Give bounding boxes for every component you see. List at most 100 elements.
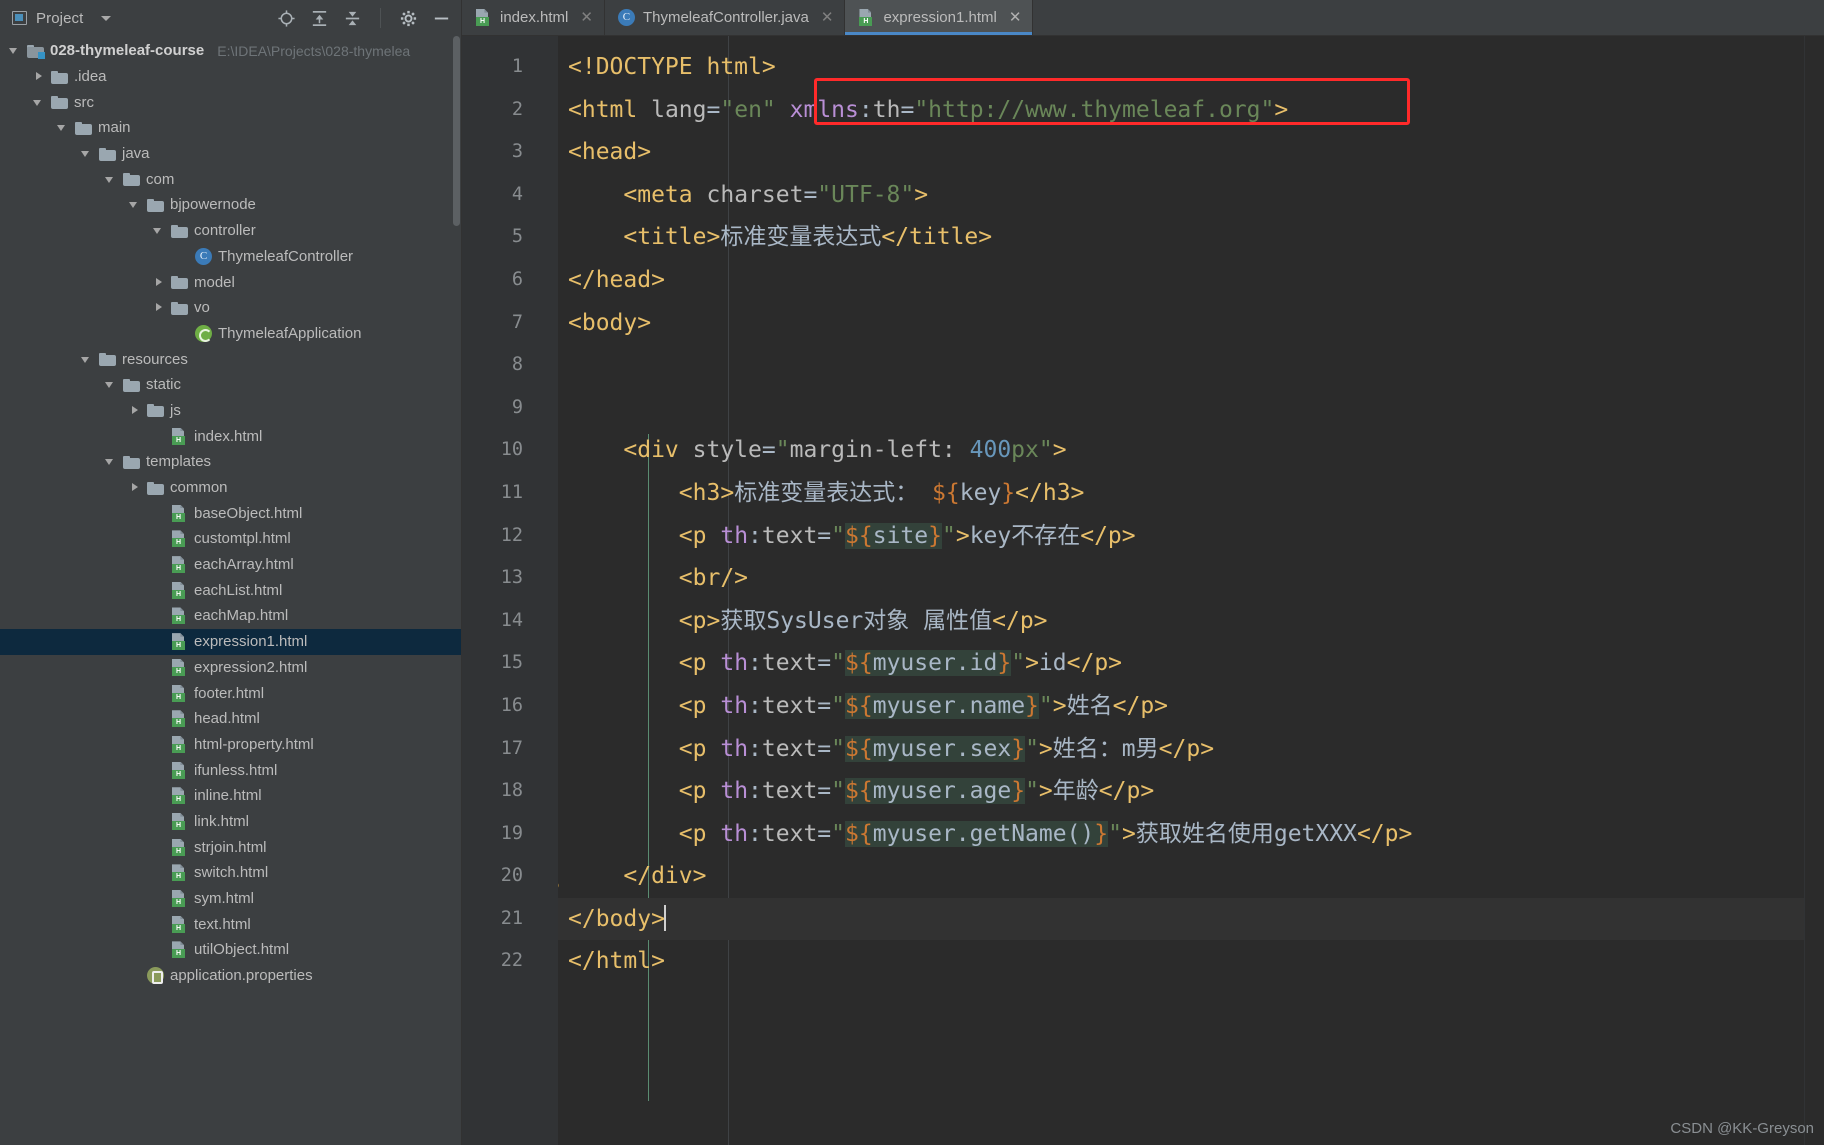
editor-tab-thymeleafcontroller-java[interactable]: C ThymeleafController.java ✕ (605, 0, 846, 35)
project-tree-panel[interactable]: 028-thymeleaf-course E:\IDEA\Projects\028… (0, 36, 462, 1145)
code-line[interactable]: <p>获取SysUser对象 属性值</p> (558, 600, 1804, 643)
line-number[interactable]: 6 (462, 259, 554, 302)
line-number[interactable]: 14 (462, 600, 532, 643)
tree-item-text-html[interactable]: Htext.html (0, 911, 461, 937)
line-number[interactable]: 20 (462, 855, 559, 898)
code-line[interactable]: </head> (558, 259, 1804, 302)
tree-item-link-html[interactable]: Hlink.html (0, 809, 461, 835)
tree-item-vo[interactable]: vo (0, 295, 461, 321)
code-line[interactable] (558, 344, 1804, 387)
sidebar-scrollbar[interactable] (453, 36, 460, 226)
tree-item-src[interactable]: src (0, 89, 461, 115)
close-icon[interactable]: ✕ (821, 10, 834, 25)
code-line[interactable]: <div style="margin-left: 400px"> (558, 429, 1804, 472)
chevron-down-icon[interactable] (104, 455, 117, 468)
tree-item-common[interactable]: common (0, 475, 461, 501)
expand-all-icon[interactable] (310, 9, 329, 28)
tree-item-eachmap-html[interactable]: HeachMap.html (0, 603, 461, 629)
line-number[interactable]: 4 (462, 174, 532, 217)
line-number[interactable]: 22 (462, 940, 532, 983)
code-line[interactable]: <p th:text="${myuser.getName()}">获取姓名使用g… (558, 813, 1804, 856)
settings-gear-icon[interactable] (399, 9, 418, 28)
line-number[interactable]: 17 (462, 728, 532, 771)
code-line[interactable]: <meta charset="UTF-8"> (558, 174, 1804, 217)
collapse-all-icon[interactable] (343, 9, 362, 28)
chevron-down-icon[interactable] (8, 44, 21, 57)
code-line[interactable]: <p th:text="${myuser.id}">id</p> (558, 642, 1804, 685)
tree-item-resources[interactable]: resources (0, 346, 461, 372)
line-number[interactable]: 12 (462, 515, 532, 558)
editor-tab-index-html[interactable]: H index.html ✕ (462, 0, 605, 35)
tree-item-static[interactable]: static (0, 372, 461, 398)
chevron-down-icon[interactable] (104, 378, 117, 391)
line-number[interactable]: 21 (462, 898, 554, 941)
locate-icon[interactable] (277, 9, 296, 28)
tree-item-inline-html[interactable]: Hinline.html (0, 783, 461, 809)
tree-item-html-property-html[interactable]: Hhtml-property.html (0, 732, 461, 758)
chevron-right-icon[interactable] (128, 481, 141, 494)
chevron-down-icon[interactable] (32, 96, 45, 109)
tree-item-eacharray-html[interactable]: HeachArray.html (0, 552, 461, 578)
tree-item-baseobject-html[interactable]: HbaseObject.html (0, 500, 461, 526)
fold-gutter[interactable] (532, 36, 558, 1145)
chevron-right-icon[interactable] (32, 70, 45, 83)
chevron-down-icon[interactable] (80, 147, 93, 160)
tree-item-sym-html[interactable]: Hsym.html (0, 886, 461, 912)
tree-item-java[interactable]: java (0, 141, 461, 167)
tree-item-com[interactable]: com (0, 166, 461, 192)
code-content[interactable]: <!DOCTYPE html> <html lang="en" xmlns:th=… (558, 36, 1804, 1145)
tree-item-js[interactable]: js (0, 398, 461, 424)
tree-item-main[interactable]: main (0, 115, 461, 141)
chevron-down-icon[interactable] (56, 121, 69, 134)
line-number[interactable]: 15 (462, 642, 532, 685)
editor-tab-expression1-html[interactable]: H expression1.html ✕ (845, 0, 1034, 35)
line-number[interactable]: 2 (462, 89, 554, 132)
line-number[interactable]: 5 (462, 216, 532, 259)
code-line[interactable]: <p th:text="${myuser.name}">姓名</p> (558, 685, 1804, 728)
code-line[interactable]: <title>标准变量表达式</title> (558, 216, 1804, 259)
hide-panel-icon[interactable] (432, 9, 451, 28)
tree-item-thymeleafcontroller[interactable]: C ThymeleafController (0, 244, 461, 270)
line-number[interactable]: 8 (462, 344, 532, 387)
code-line[interactable]: <html lang="en" xmlns:th="http://www.thy… (558, 89, 1804, 132)
chevron-down-icon[interactable] (128, 198, 141, 211)
code-line[interactable]: <!DOCTYPE html> (558, 46, 1804, 89)
line-number[interactable]: 19 (462, 813, 532, 856)
tree-item-utilobject-html[interactable]: HutilObject.html (0, 937, 461, 963)
code-line[interactable]: <p th:text="${site}">key不存在</p> (558, 515, 1804, 558)
tree-item-thymeleafapplication[interactable]: ThymeleafApplication (0, 321, 461, 347)
chevron-down-icon[interactable] (80, 353, 93, 366)
code-line[interactable]: <p th:text="${myuser.age}">年龄</p> (558, 770, 1804, 813)
line-number[interactable]: 18 (462, 770, 532, 813)
tree-item-strjoin-html[interactable]: Hstrjoin.html (0, 834, 461, 860)
editor-marker-strip[interactable] (1804, 36, 1824, 1145)
line-number[interactable]: 11 (462, 472, 532, 515)
tree-item-model[interactable]: model (0, 269, 461, 295)
chevron-down-icon[interactable] (152, 224, 165, 237)
tree-item-controller[interactable]: controller (0, 218, 461, 244)
tree-item-switch-html[interactable]: Hswitch.html (0, 860, 461, 886)
code-line[interactable]: <br/> (558, 557, 1804, 600)
close-icon[interactable]: ✕ (1009, 10, 1022, 25)
tree-item-footer-html[interactable]: Hfooter.html (0, 680, 461, 706)
project-panel-title-group[interactable]: Project (12, 10, 112, 27)
chevron-down-icon[interactable] (101, 15, 112, 21)
tree-item-ifunless-html[interactable]: Hifunless.html (0, 757, 461, 783)
tree-item-bjpowernode[interactable]: bjpowernode (0, 192, 461, 218)
tree-item-customtpl-html[interactable]: Hcustomtpl.html (0, 526, 461, 552)
code-editor[interactable]: 1 2 3 4 5 6 7 8 9 10 11 12 13 14 15 16 17 18 19 20 21 22 <!DO… (462, 36, 1824, 1145)
close-icon[interactable]: ✕ (580, 10, 593, 25)
chevron-right-icon[interactable] (152, 301, 165, 314)
line-number[interactable]: 9 (462, 387, 532, 430)
chevron-right-icon[interactable] (128, 404, 141, 417)
code-line[interactable]: <h3>标准变量表达式： ${key}</h3> (558, 472, 1804, 515)
tree-item-028-thymeleaf-course[interactable]: 028-thymeleaf-course E:\IDEA\Projects\028… (0, 38, 461, 64)
line-number[interactable]: 13 (462, 557, 532, 600)
code-line[interactable]: <body> (558, 302, 1804, 345)
chevron-right-icon[interactable] (152, 276, 165, 289)
line-number[interactable]: 16 (462, 685, 532, 728)
tree-item-head-html[interactable]: Hhead.html (0, 706, 461, 732)
chevron-down-icon[interactable] (104, 173, 117, 186)
line-number-gutter[interactable]: 1 2 3 4 5 6 7 8 9 10 11 12 13 14 15 16 17 18 19 20 21 22 (462, 36, 559, 1145)
tree-item-templates[interactable]: templates (0, 449, 461, 475)
